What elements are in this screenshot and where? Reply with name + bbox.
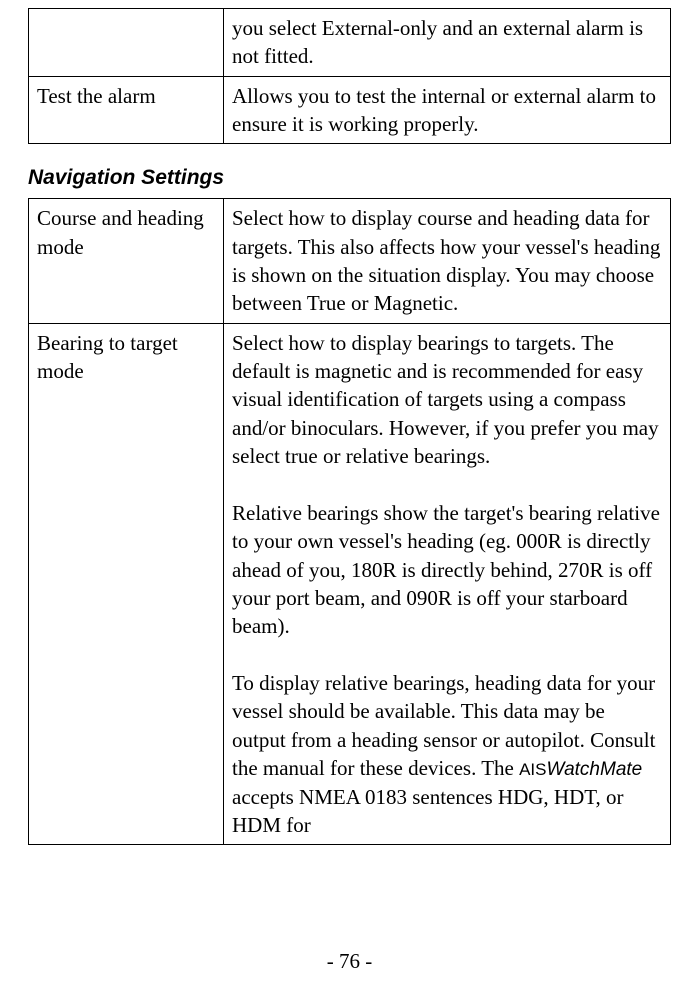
table-row: Test the alarm Allows you to test the in… <box>29 76 671 144</box>
setting-description: Allows you to test the internal or exter… <box>224 76 671 144</box>
setting-description: Select how to display bearings to target… <box>224 323 671 844</box>
table-row: Bearing to target mode Select how to dis… <box>29 323 671 844</box>
table-row: you select External-only and an external… <box>29 9 671 77</box>
setting-label: Test the alarm <box>29 76 224 144</box>
setting-description: Select how to display course and heading… <box>224 199 671 323</box>
watchmate-text: WatchMate <box>547 759 643 780</box>
paragraph-part: accepts NMEA 0183 sentences HDG, HDT, or… <box>232 785 624 837</box>
setting-label <box>29 9 224 77</box>
setting-label: Course and heading mode <box>29 199 224 323</box>
page-number: - 76 - <box>0 949 699 974</box>
ais-text: AIS <box>519 760 546 779</box>
setting-label: Bearing to target mode <box>29 323 224 844</box>
table-row: Course and heading mode Select how to di… <box>29 199 671 323</box>
alarm-settings-table: you select External-only and an external… <box>28 8 671 144</box>
navigation-settings-table: Course and heading mode Select how to di… <box>28 198 671 845</box>
paragraph: Relative bearings show the target's bear… <box>232 501 660 638</box>
paragraph: Select how to display bearings to target… <box>232 331 659 468</box>
setting-description: you select External-only and an external… <box>224 9 671 77</box>
section-heading: Navigation Settings <box>28 166 671 190</box>
